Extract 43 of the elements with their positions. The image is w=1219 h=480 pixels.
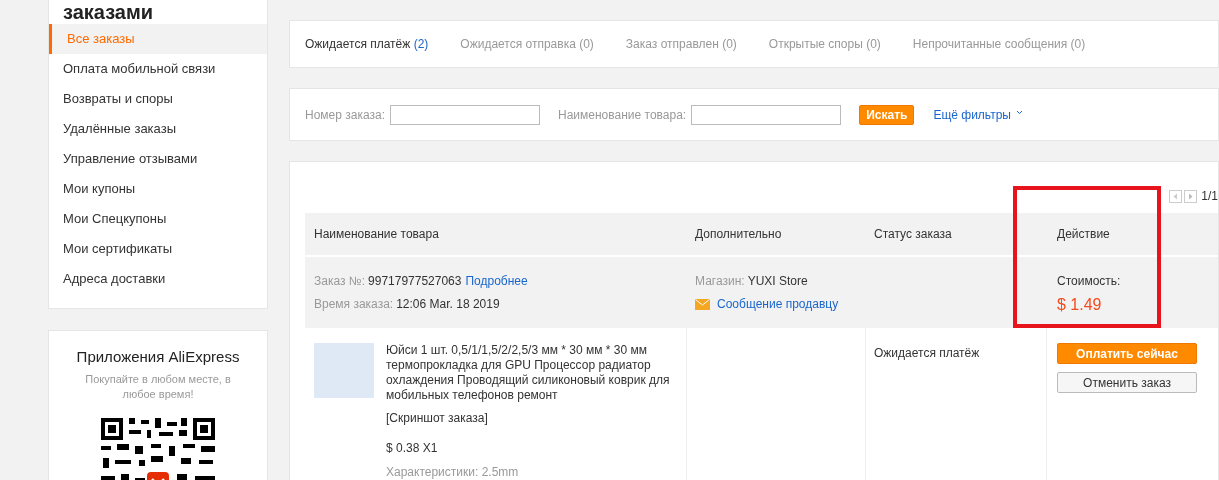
product-name-label: Наименование товара: — [558, 106, 687, 124]
order-time-label: Время заказа: — [314, 296, 394, 313]
sidebar-item[interactable]: Возвраты и споры — [49, 84, 267, 114]
column-header: Наименование товара — [313, 226, 440, 243]
envelope-icon — [695, 298, 710, 310]
sidebar-item[interactable]: Мои купоны — [49, 174, 267, 204]
order-number: 99717977527063 — [368, 273, 462, 290]
order-time: 12:06 Mar. 18 2019 — [396, 296, 500, 313]
more-filters-link[interactable]: Ещё фильтры — [933, 105, 1011, 124]
order-number-label: Номер заказа: — [305, 106, 385, 124]
store-label: Магазин: — [695, 273, 745, 290]
item-specs: Характеристики: 2.5mm — [386, 464, 520, 480]
order-number-label: Заказ №: — [314, 273, 366, 290]
sidebar-item[interactable]: Оплата мобильной связи — [49, 54, 267, 84]
order-cost: $ 1.49 — [1057, 295, 1103, 315]
column-header: Статус заказа — [873, 226, 953, 243]
product-title[interactable]: Юйси 1 шт. 0,5/1/1,5/2/2,5/3 мм * 30 мм * 30 мм термопрокладка для GPU Процессор радиатор охлаждения Проводящий силиконовый коврик для мобильных телефонов ремонт — [386, 343, 676, 403]
store-name: YUXI Store — [747, 273, 808, 290]
sidebar-item[interactable]: Мои сертификаты — [49, 234, 267, 264]
page-indicator: 1/1 — [1201, 190, 1218, 203]
sidebar-item[interactable]: Управление отзывами — [49, 144, 267, 174]
app-promo-title: Приложения AliExpress — [76, 347, 240, 367]
column-header: Действие — [1056, 226, 1110, 243]
sidebar-item[interactable]: Адреса доставки — [49, 264, 267, 294]
order-number-field[interactable] — [390, 104, 540, 125]
item-price: $ 0.38 X1 — [386, 440, 439, 457]
order-snapshot-link[interactable]: [Скриншот заказа] — [386, 409, 676, 427]
next-page-icon[interactable] — [1184, 190, 1198, 203]
details-link[interactable]: Подробнее — [465, 272, 528, 290]
sidebar-item[interactable]: Мои Спецкупоны — [49, 204, 267, 234]
sidebar-title: заказами — [62, 0, 155, 24]
message-seller-link[interactable]: Сообщение продавцу — [717, 295, 839, 313]
order-status: Ожидается платёж — [874, 346, 980, 360]
order-tab[interactable]: Ожидается платёж (2) — [305, 35, 429, 53]
cancel-order-button[interactable]: Отменить заказ — [1057, 372, 1197, 393]
chevron-down-icon — [1016, 110, 1023, 115]
app-promo-subtitle: Покупайте в любом месте, в любое время! — [84, 371, 232, 402]
column-header: Дополнительно — [694, 226, 783, 243]
sidebar-item[interactable]: Удалённые заказы — [49, 114, 267, 144]
product-photo-placeholder — [314, 343, 374, 398]
cost-label: Стоимость: — [1057, 273, 1121, 290]
product-name-field[interactable] — [691, 104, 842, 125]
previous-page-icon[interactable] — [1169, 190, 1183, 203]
